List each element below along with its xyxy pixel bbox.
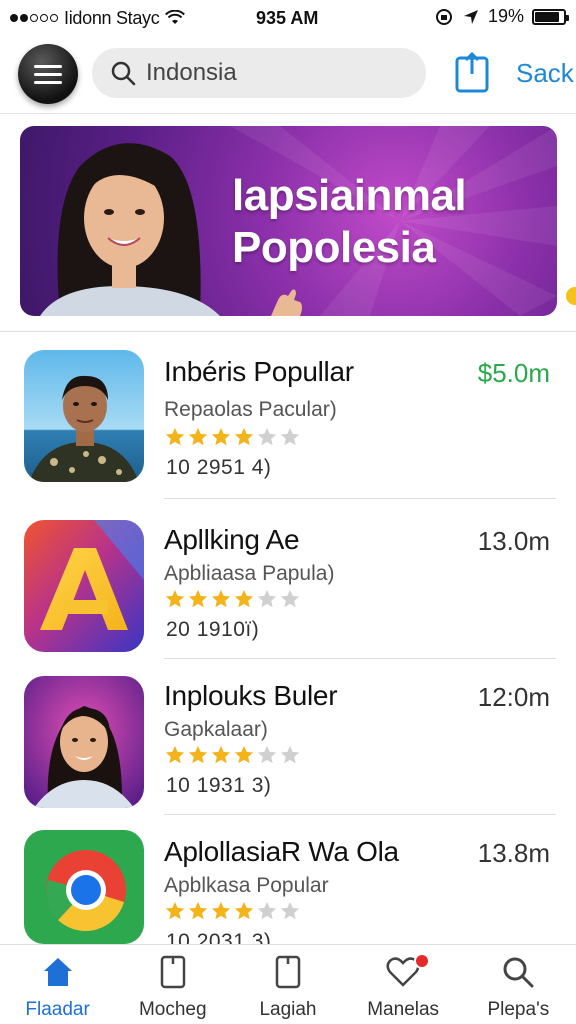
signal-strength-icon	[10, 14, 58, 22]
star-rating	[164, 744, 301, 766]
notification-badge	[413, 953, 430, 969]
app-name[interactable]: Inplouks Buler	[164, 680, 338, 712]
list-item[interactable]: Inplouks Buler 12:0m Gapkalaar) 10 1931 3)	[0, 660, 576, 816]
app-category: Apblkasа Popular	[164, 874, 329, 897]
pointing-hand-icon	[271, 289, 302, 316]
app-header: Sack	[0, 38, 576, 114]
tablet-icon	[271, 955, 305, 989]
nav-label: Manelas	[367, 999, 440, 1020]
review-count: 20 1910ї)	[166, 618, 260, 641]
woman-portrait-icon[interactable]	[24, 676, 144, 808]
search-input[interactable]	[146, 59, 396, 87]
app-price[interactable]: 13.8m	[478, 838, 550, 869]
nav-label: Flaadar	[25, 999, 90, 1020]
app-name[interactable]: Apllking Ae	[164, 524, 300, 556]
star-rating	[164, 426, 301, 448]
star-rating	[164, 900, 301, 922]
banner-title-line2: Popolesia	[232, 223, 436, 272]
rotation-lock-icon	[435, 8, 452, 25]
carrier-name: Iidonn Stayc	[64, 7, 160, 28]
search-icon	[501, 955, 535, 989]
status-bar: Iidonn Stayc 935 AM 19%	[0, 0, 576, 36]
battery-icon	[532, 8, 569, 25]
app-price[interactable]: $5.0m	[478, 358, 550, 389]
wifi-icon	[165, 10, 186, 24]
share-button[interactable]	[454, 52, 490, 94]
app-category: Apbliaasa Papula)	[164, 562, 335, 585]
list-item[interactable]: Inbéris Popullar $5.0m Repaolas Pacular) 10…	[0, 334, 576, 499]
home-icon	[41, 955, 75, 989]
star-rating	[164, 588, 301, 610]
row-divider	[164, 498, 556, 499]
review-count: 10 2951 4)	[166, 456, 272, 479]
carousel-indicator[interactable]	[566, 287, 576, 305]
app-name[interactable]: Inbéris Popullar	[164, 356, 354, 388]
app-name[interactable]: AplollasiaR Wa Ola	[164, 836, 399, 868]
nav-tab-flaadar[interactable]: Flaadar	[0, 945, 115, 1024]
location-arrow-icon	[463, 9, 478, 24]
banner-person-image	[40, 143, 220, 316]
battery-percent: 19%	[487, 6, 524, 26]
sack-link[interactable]: Sack	[516, 58, 574, 89]
list-item[interactable]: AplollasiaR Wa Ola 13.8m Apblkasа Popular 1…	[0, 816, 576, 953]
app-price[interactable]: 12:0m	[478, 682, 550, 713]
nav-tab-plepas[interactable]: Plepa's	[461, 945, 576, 1024]
banner-title-line1: lapsiainmal	[232, 171, 467, 220]
tablet-icon	[156, 955, 190, 989]
nav-tab-lagiah[interactable]: Lagiah	[230, 945, 345, 1024]
nav-label: Plepa's	[487, 999, 550, 1020]
review-count: 10 1931 3)	[166, 774, 272, 797]
app-category: Repaolas Pacular)	[164, 398, 337, 421]
list-item[interactable]: Apllking Ae 13.0m Apbliaasa Papula) 20 1910…	[0, 504, 576, 660]
nav-tab-manelas[interactable]: Manelas	[346, 945, 461, 1024]
featured-banner-section: lapsiainmal Popolesia	[0, 114, 576, 332]
banner-title: lapsiainmal Popolesia	[232, 170, 467, 274]
app-price[interactable]: 13.0m	[478, 526, 550, 557]
person-portrait-icon[interactable]	[24, 350, 144, 482]
row-divider	[164, 658, 556, 659]
search-icon	[111, 61, 136, 86]
nav-label: Lagiah	[259, 999, 317, 1020]
featured-banner[interactable]: lapsiainmal Popolesia	[20, 126, 557, 316]
chrome-like-icon[interactable]	[24, 830, 144, 944]
menu-button[interactable]	[18, 44, 78, 104]
status-time: 935 AM	[256, 8, 319, 28]
row-divider	[164, 814, 556, 815]
search-bar[interactable]	[92, 48, 426, 98]
nav-label: Mocheg	[138, 999, 207, 1020]
bottom-navigation: Flaadar Mocheg Lagiah Manelas Plepa's	[0, 944, 576, 1024]
app-category: Gapkalaar)	[164, 718, 268, 741]
letter-a-logo-icon[interactable]	[24, 520, 144, 652]
nav-tab-mocheg[interactable]: Mocheg	[115, 945, 230, 1024]
